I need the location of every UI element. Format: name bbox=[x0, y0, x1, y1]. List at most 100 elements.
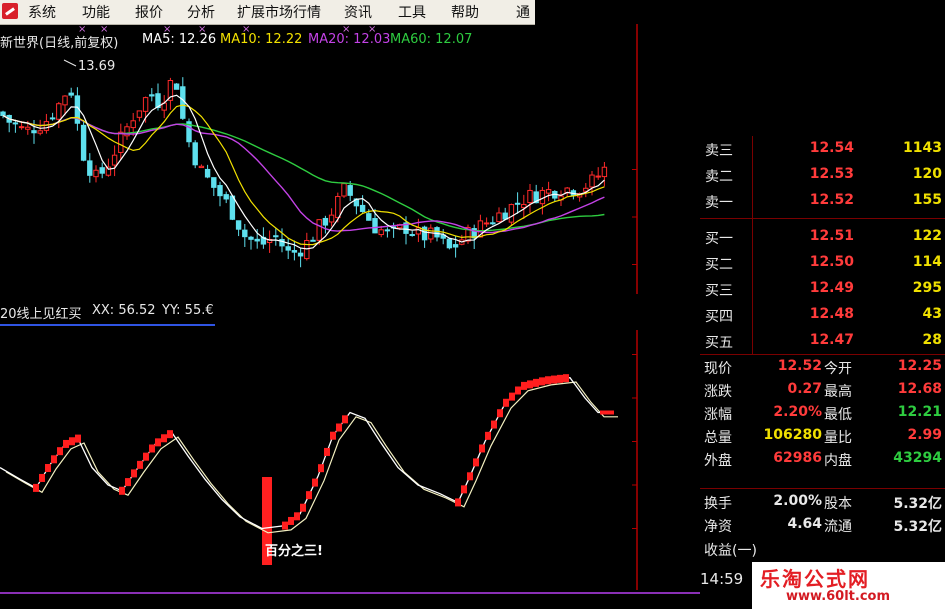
bottom-divider bbox=[0, 592, 700, 594]
stat-label-2: 量比 bbox=[824, 430, 852, 446]
candle-body bbox=[508, 204, 515, 223]
menu-analysis[interactable]: 分析 bbox=[187, 2, 215, 22]
candle-body bbox=[341, 183, 347, 197]
buy-signal-segment bbox=[306, 491, 312, 500]
signal-marker: × bbox=[368, 24, 376, 35]
candle-body bbox=[142, 97, 149, 112]
watermark-site: 乐淘公式网 bbox=[760, 567, 870, 591]
menu-quote[interactable]: 报价 bbox=[135, 2, 163, 22]
buy-signal-segment bbox=[149, 444, 155, 453]
signal-marker: × bbox=[242, 24, 250, 35]
candle-body bbox=[254, 238, 260, 242]
menu-extended-market[interactable]: 扩展市场行情 bbox=[237, 2, 321, 22]
candle-body bbox=[595, 175, 601, 178]
candle-body bbox=[235, 220, 242, 230]
candle-body bbox=[217, 185, 223, 197]
candle-body bbox=[297, 252, 304, 257]
menu-tools[interactable]: 工具 bbox=[398, 2, 426, 22]
buy-level-label: 买三 bbox=[705, 283, 733, 299]
sell-volume: 1143 bbox=[903, 140, 942, 156]
buy-signal-segment bbox=[515, 386, 521, 395]
stat-label: 收益(一) bbox=[704, 543, 757, 559]
signal-marker: × bbox=[78, 24, 86, 35]
menu-news[interactable]: 资讯 bbox=[344, 2, 372, 22]
buy-signal-segment bbox=[473, 458, 479, 467]
candle-body bbox=[68, 92, 74, 96]
buy-signal-segment bbox=[75, 434, 81, 443]
buy-signal-segment bbox=[143, 452, 149, 461]
buy-row[interactable]: 买四 12.48 43 bbox=[700, 302, 945, 328]
candle-body bbox=[322, 217, 329, 226]
menu-help[interactable]: 帮助 bbox=[451, 2, 479, 22]
candle-body bbox=[242, 229, 248, 238]
high-price-label: 13.69 bbox=[78, 59, 115, 74]
stat-value: 2.00% bbox=[773, 493, 822, 509]
buy-signal-segment bbox=[497, 409, 503, 418]
candle-body bbox=[93, 169, 99, 178]
orderbook-bottom-line bbox=[700, 354, 945, 355]
stat-row: 涨跌 0.27 最高 12.68 bbox=[700, 379, 945, 402]
sell-row[interactable]: 卖二 12.53 120 bbox=[700, 162, 945, 188]
current-value-marker bbox=[600, 410, 614, 415]
buy-volume: 28 bbox=[922, 332, 942, 348]
stat-value-2: 12.25 bbox=[897, 358, 942, 374]
buy-level-label: 买五 bbox=[705, 335, 733, 351]
stat-label-2: 今开 bbox=[824, 361, 852, 377]
orderbook-mid-line bbox=[700, 218, 945, 219]
buy-signal-segment bbox=[461, 485, 467, 494]
candle-body bbox=[273, 235, 279, 238]
candle-body bbox=[502, 212, 508, 220]
buy-signal-segment bbox=[479, 444, 485, 453]
indicator-chart[interactable]: 百分之三! 75.0060.0045.0030.0015.00 bbox=[0, 330, 640, 590]
kline-chart[interactable]: ××××××× 13.69 12.5012.0011.50 bbox=[0, 24, 640, 294]
candle-body bbox=[285, 246, 291, 251]
buy-price: 12.51 bbox=[809, 228, 854, 244]
stat-label-2: 内盘 bbox=[824, 453, 852, 469]
buy-level-label: 买四 bbox=[705, 309, 733, 325]
stat-label: 外盘 bbox=[704, 453, 732, 469]
buy-row[interactable]: 买二 12.50 114 bbox=[700, 250, 945, 276]
candle-body bbox=[0, 111, 6, 117]
menu-system[interactable]: 系统 bbox=[28, 2, 56, 22]
buy-row[interactable]: 买三 12.49 295 bbox=[700, 276, 945, 302]
buy-signal-segment bbox=[39, 473, 45, 482]
candle-body bbox=[335, 196, 341, 219]
signal-marker: × bbox=[163, 24, 171, 35]
candle-body bbox=[328, 214, 335, 223]
buy-signal-segment bbox=[137, 460, 143, 469]
candle-body bbox=[18, 126, 25, 129]
sell-row[interactable]: 卖一 12.52 155 bbox=[700, 188, 945, 214]
buy-volume: 295 bbox=[912, 280, 942, 296]
buy-signal-segment bbox=[503, 398, 509, 407]
sell-volume: 155 bbox=[912, 192, 942, 208]
sell-level-label: 卖三 bbox=[705, 143, 733, 159]
menu-function[interactable]: 功能 bbox=[82, 2, 110, 22]
buy-row[interactable]: 买五 12.47 28 bbox=[700, 328, 945, 354]
buy-signal-segment bbox=[288, 516, 294, 525]
stat-label: 现价 bbox=[704, 361, 732, 377]
candle-body bbox=[229, 195, 236, 220]
buy-signal-segment bbox=[342, 415, 348, 424]
buy-signal-segment bbox=[167, 430, 173, 439]
candle-body bbox=[452, 244, 459, 248]
candle-body bbox=[316, 219, 322, 241]
candle-body bbox=[31, 130, 37, 134]
stat-value-2: 5.32亿 bbox=[893, 496, 942, 512]
buy-signal-segment bbox=[330, 431, 336, 440]
stat-label: 总量 bbox=[704, 430, 732, 446]
buy-signal-segment bbox=[155, 438, 161, 447]
sell-level-label: 卖二 bbox=[705, 169, 733, 185]
menu-more[interactable]: 通 bbox=[516, 2, 530, 22]
stats-divider bbox=[700, 488, 945, 489]
signal-marker: × bbox=[342, 24, 350, 35]
candle-body bbox=[111, 154, 118, 166]
candle-body bbox=[211, 177, 217, 188]
candle-body bbox=[56, 103, 62, 120]
buy-row[interactable]: 买一 12.51 122 bbox=[700, 224, 945, 250]
stat-label-2: 流通 bbox=[824, 519, 852, 535]
buy-signal-segment bbox=[33, 483, 39, 492]
buy-signal-segment bbox=[467, 472, 473, 481]
high-price-pointer bbox=[63, 59, 77, 67]
sell-row[interactable]: 卖三 12.54 1143 bbox=[700, 136, 945, 162]
candle-body bbox=[62, 95, 68, 106]
